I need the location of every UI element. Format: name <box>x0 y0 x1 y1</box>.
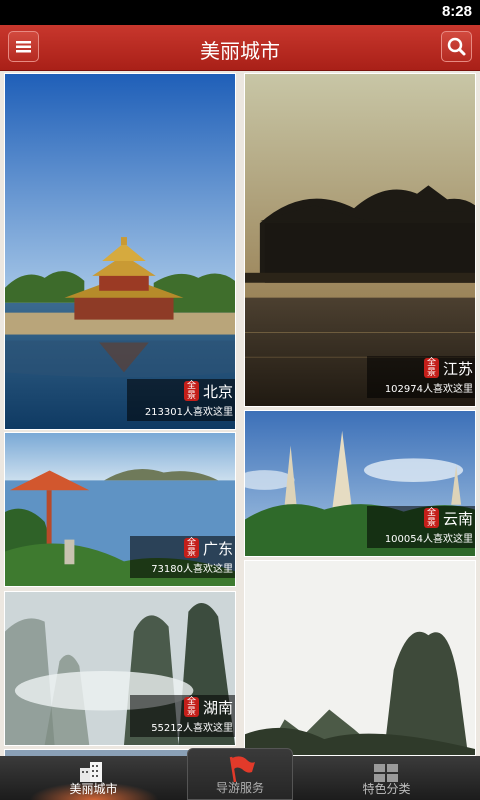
city-likes: 73180人喜欢这里 <box>151 564 233 575</box>
city-name: 湖南 <box>202 698 233 717</box>
status-bar: 8:28 <box>0 0 480 25</box>
city-likes: 100054人喜欢这里 <box>384 534 473 545</box>
tab-beautiful-cities[interactable]: 美丽城市 <box>0 756 187 800</box>
search-button[interactable] <box>441 31 472 62</box>
city-name: 广东 <box>202 539 233 558</box>
city-likes: 213301人喜欢这里 <box>144 407 233 418</box>
tab-label: 美丽城市 <box>69 782 118 796</box>
city-name: 北京 <box>202 382 233 401</box>
tab-label: 导游服务 <box>215 781 264 795</box>
page-title: 美丽城市 <box>200 39 280 63</box>
city-card-yunnan[interactable]: 全景 云南 100054人喜欢这里 <box>244 410 476 557</box>
city-card-karst[interactable] <box>244 560 476 756</box>
tab-special-categories[interactable]: 特色分类 <box>293 756 480 800</box>
city-caption: 全景 湖南 55212人喜欢这里 <box>130 695 235 737</box>
seal-icon: 全景 <box>183 538 199 558</box>
search-icon <box>447 37 466 56</box>
karst-photo <box>245 561 475 755</box>
city-likes: 102974人喜欢这里 <box>384 384 473 395</box>
city-caption: 全景 江苏 102974人喜欢这里 <box>367 356 475 398</box>
seal-icon: 全景 <box>183 697 199 717</box>
city-caption: 全景 云南 100054人喜欢这里 <box>367 506 475 548</box>
city-likes: 55212人喜欢这里 <box>151 723 233 734</box>
city-card-guangdong[interactable]: 全景 广东 73180人喜欢这里 <box>4 432 236 587</box>
city-card-hunan[interactable]: 全景 湖南 55212人喜欢这里 <box>4 591 236 746</box>
tab-label: 特色分类 <box>362 782 411 796</box>
seal-icon: 全景 <box>423 508 439 528</box>
city-card-beijing[interactable]: 全景 北京 213301人喜欢这里 <box>4 73 236 430</box>
city-name: 云南 <box>442 509 473 528</box>
title-bar: 美丽城市 <box>0 25 480 71</box>
city-caption: 全景 北京 213301人喜欢这里 <box>127 379 235 421</box>
city-grid: 全景 北京 213301人喜欢这里 全景 江苏 102974人喜欢这里 全景 广… <box>0 70 480 756</box>
city-name: 江苏 <box>442 359 473 378</box>
tab-guide-service[interactable]: 导游服务 <box>187 748 293 800</box>
beijing-photo <box>5 74 235 429</box>
seal-icon: 全景 <box>183 381 199 401</box>
city-card-jiangsu[interactable]: 全景 江苏 102974人喜欢这里 <box>244 73 476 407</box>
status-time: 8:28 <box>441 3 472 20</box>
seal-icon: 全景 <box>423 358 439 378</box>
city-caption: 全景 广东 73180人喜欢这里 <box>130 536 235 578</box>
bottom-tab-bar: 美丽城市 导游服务 特色分类 <box>0 748 480 800</box>
